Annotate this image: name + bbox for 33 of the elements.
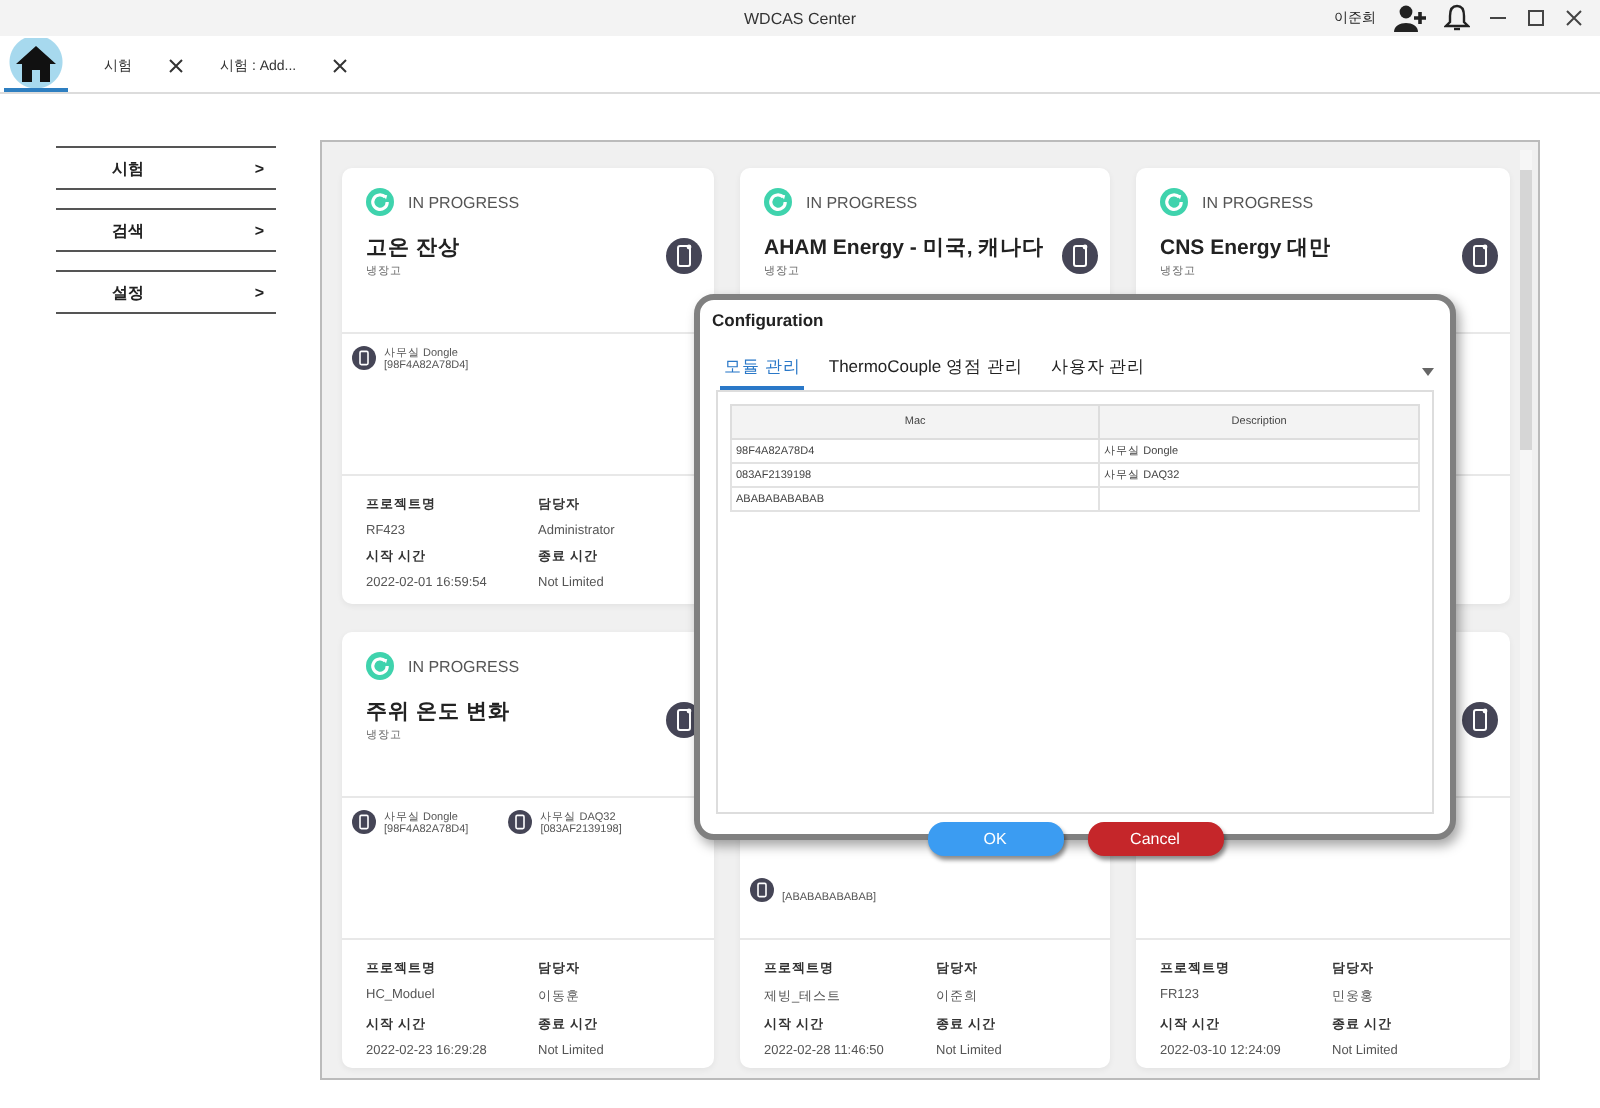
sidebar-item[interactable]: 검색 > bbox=[56, 208, 276, 252]
card-title: CNS Energy 대만 bbox=[1160, 234, 1334, 262]
device-icon bbox=[508, 810, 533, 834]
dialog-tab[interactable]: 사용자 관리 bbox=[1046, 356, 1150, 390]
window-title: WDCAS Center bbox=[743, 9, 856, 27]
close-icon[interactable] bbox=[1564, 8, 1584, 28]
dialog-tab[interactable]: 모듈 관리 bbox=[720, 356, 805, 390]
maximize-icon[interactable] bbox=[1526, 8, 1546, 28]
sidebar-item[interactable]: 설정 > bbox=[56, 270, 276, 314]
close-icon[interactable] bbox=[332, 58, 349, 74]
close-icon[interactable] bbox=[168, 58, 184, 74]
dialog-tab[interactable]: ThermoCouple 영점 관리 bbox=[824, 356, 1027, 390]
status-label: IN PROGRESS bbox=[408, 657, 520, 675]
refresh-icon bbox=[1160, 188, 1188, 216]
add-user-icon[interactable] bbox=[1394, 4, 1426, 32]
dialog-title: Configuration bbox=[710, 308, 826, 330]
status-label: IN PROGRESS bbox=[408, 193, 520, 211]
status-label: IN PROGRESS bbox=[806, 193, 918, 211]
card-title: AHAM Energy - 미국, 캐나다 bbox=[764, 234, 1047, 262]
device-icon bbox=[352, 810, 376, 834]
refresh-icon bbox=[366, 188, 394, 216]
sidebar-item[interactable]: 시험 > bbox=[56, 146, 276, 190]
bell-icon[interactable] bbox=[1444, 4, 1470, 32]
device-icon bbox=[352, 346, 376, 370]
card-title: 고온 잔상 bbox=[366, 234, 462, 262]
home-icon bbox=[14, 43, 58, 83]
device-icon bbox=[750, 878, 774, 902]
caret-icon[interactable] bbox=[1422, 368, 1434, 376]
status-label: IN PROGRESS bbox=[1202, 193, 1314, 211]
refresh-icon bbox=[764, 188, 792, 216]
card-title: 주위 온도 변화 bbox=[366, 698, 512, 726]
refresh-icon bbox=[366, 652, 394, 680]
cancel-button[interactable]: Cancel bbox=[1087, 822, 1223, 856]
